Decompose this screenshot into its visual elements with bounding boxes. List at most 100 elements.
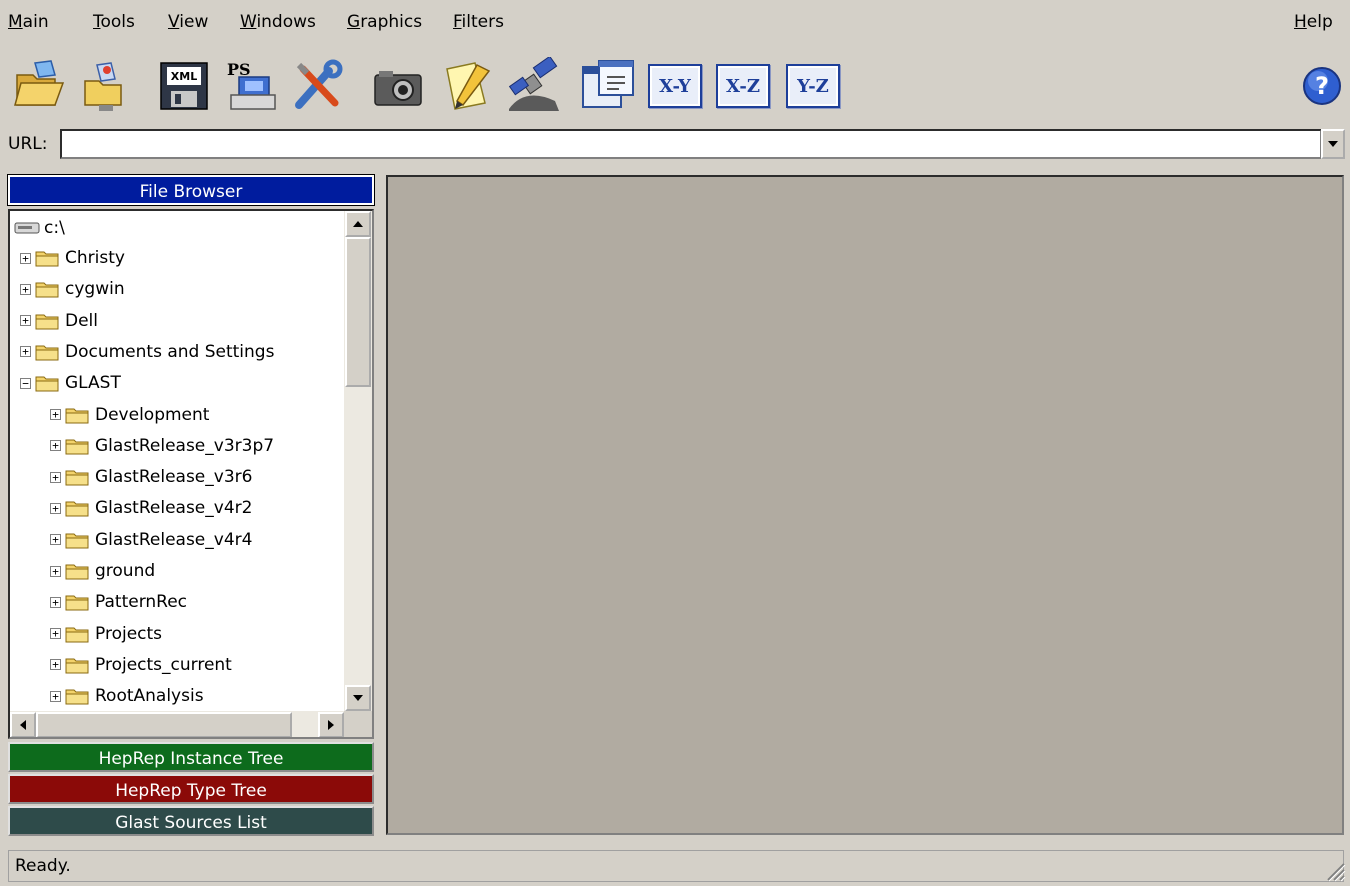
open-network-button[interactable] [74, 50, 138, 122]
expand-icon[interactable]: + [50, 596, 61, 608]
tree-vertical-scrollbar[interactable] [344, 211, 372, 711]
folder-icon [35, 282, 59, 298]
expand-icon[interactable]: + [50, 659, 61, 671]
app-window: Main Tools View Windows Graphics Filters… [0, 0, 1350, 886]
menu-graphics[interactable]: Graphics [347, 12, 422, 32]
help-button[interactable]: ? [1290, 50, 1350, 122]
folder-icon [65, 470, 89, 486]
arrow-down-icon [353, 695, 363, 701]
tree-horizontal-scrollbar[interactable] [10, 711, 344, 737]
print-ps-icon: PS [227, 60, 276, 110]
expand-icon[interactable]: + [50, 502, 61, 514]
save-xml-button[interactable]: XML [152, 50, 216, 122]
folder-icon [65, 689, 89, 705]
menu-filters-label: ilters [461, 12, 504, 32]
heprep-type-tree-tab[interactable]: HepRep Type Tree [8, 774, 374, 804]
tree-item[interactable]: + Christy [20, 243, 125, 273]
expand-icon[interactable]: + [50, 628, 61, 640]
help-icon: ? [1303, 67, 1341, 105]
menu-view[interactable]: View [168, 12, 208, 32]
hscroll-thumb[interactable] [36, 712, 292, 737]
folder-icon [65, 627, 89, 643]
expand-icon[interactable]: + [50, 440, 61, 452]
tree-item-label: GlastRelease_v4r4 [95, 529, 253, 550]
scroll-thumb[interactable] [345, 237, 371, 387]
display-canvas[interactable] [386, 175, 1344, 835]
tools-button[interactable] [286, 50, 350, 122]
toolbar: XML PS X-Y X-Z Y-Z ? [0, 50, 1350, 126]
snapshot-button[interactable] [366, 50, 430, 122]
scroll-left-button[interactable] [10, 712, 36, 737]
menu-tools-label: ools [100, 12, 135, 32]
tree-item-label: Christy [65, 248, 125, 268]
tree-root[interactable]: c:\ [14, 213, 65, 243]
tree-item[interactable]: − GLAST [20, 368, 121, 398]
tree-item[interactable]: + GlastRelease_v3r6 [50, 462, 252, 492]
satellite-button[interactable] [502, 50, 566, 122]
window-config-icon [582, 60, 634, 108]
resize-grip-icon[interactable] [1322, 858, 1346, 882]
folder-icon [65, 408, 89, 423]
window-config-button[interactable] [576, 50, 640, 122]
tree-item[interactable]: + Projects [50, 619, 162, 649]
expand-icon[interactable]: + [20, 283, 31, 295]
menu-main[interactable]: Main [8, 12, 49, 32]
expand-icon[interactable]: + [20, 346, 31, 358]
tree-item-label: GlastRelease_v4r2 [95, 498, 253, 519]
tree-item-label: PatternRec [95, 592, 188, 613]
chevron-down-icon [1328, 141, 1338, 147]
tree-item[interactable]: + Projects_current [50, 650, 232, 680]
url-input[interactable] [60, 129, 1322, 159]
save-xml-icon: XML [160, 62, 208, 110]
expand-icon[interactable]: + [20, 252, 31, 264]
expand-icon[interactable]: + [50, 565, 61, 577]
expand-icon[interactable]: + [50, 534, 61, 546]
tree-item-label: GlastRelease_v3r3p7 [95, 435, 275, 456]
menu-graphics-label: raphics [360, 12, 423, 32]
file-browser-header[interactable]: File Browser [7, 174, 375, 206]
notes-button[interactable] [434, 50, 498, 122]
tree-item[interactable]: + Development [50, 400, 209, 430]
camera-icon [374, 71, 422, 106]
menu-tools[interactable]: Tools [93, 12, 135, 32]
glast-sources-list-tab[interactable]: Glast Sources List [8, 806, 374, 836]
scroll-right-button[interactable] [318, 712, 344, 737]
tree-item[interactable]: + RootAnalysis [50, 681, 204, 711]
menu-windows[interactable]: Windows [240, 12, 316, 32]
open-file-button[interactable] [8, 50, 72, 122]
menu-bar: Main Tools View Windows Graphics Filters… [0, 6, 1350, 40]
view-yz-button[interactable]: Y-Z [786, 64, 840, 108]
drive-icon [14, 222, 40, 234]
heprep-instance-tree-tab[interactable]: HepRep Instance Tree [8, 742, 374, 772]
menu-view-label: iew [179, 12, 209, 32]
url-dropdown-button[interactable] [1321, 129, 1345, 159]
tree-item[interactable]: + GlastRelease_v4r4 [50, 525, 252, 555]
view-xy-button[interactable]: X-Y [648, 64, 702, 108]
menu-windows-label: indows [256, 12, 316, 32]
svg-text:?: ? [1315, 72, 1329, 100]
tree-item[interactable]: + Dell [20, 306, 98, 336]
expand-icon[interactable]: + [50, 690, 61, 702]
collapse-icon[interactable]: − [20, 377, 31, 389]
expand-icon[interactable]: + [50, 471, 61, 483]
view-xz-button[interactable]: X-Z [716, 64, 770, 108]
url-label: URL: [8, 134, 48, 154]
scroll-up-button[interactable] [345, 211, 371, 237]
menu-filters[interactable]: Filters [453, 12, 504, 32]
expand-icon[interactable]: + [20, 315, 31, 327]
tree-item-label: RootAnalysis [95, 686, 204, 707]
tree-item-label: Development [95, 404, 210, 425]
tree-item[interactable]: + Documents and Settings [20, 337, 274, 367]
tree-item[interactable]: + GlastRelease_v4r2 [50, 493, 252, 523]
tree-item[interactable]: + GlastRelease_v3r3p7 [50, 431, 274, 461]
tree-item-label: cygwin [65, 279, 125, 300]
tree-item-label: GlastRelease_v3r6 [95, 467, 253, 488]
tree-item[interactable]: + ground [50, 556, 155, 586]
expand-icon[interactable]: + [50, 409, 61, 420]
menu-help[interactable]: Help [1294, 12, 1333, 32]
tree-item[interactable]: + cygwin [20, 274, 125, 304]
folder-icon [35, 251, 59, 267]
tree-item[interactable]: + PatternRec [50, 587, 187, 617]
scroll-down-button[interactable] [345, 685, 371, 711]
print-ps-button[interactable]: PS [220, 50, 284, 122]
